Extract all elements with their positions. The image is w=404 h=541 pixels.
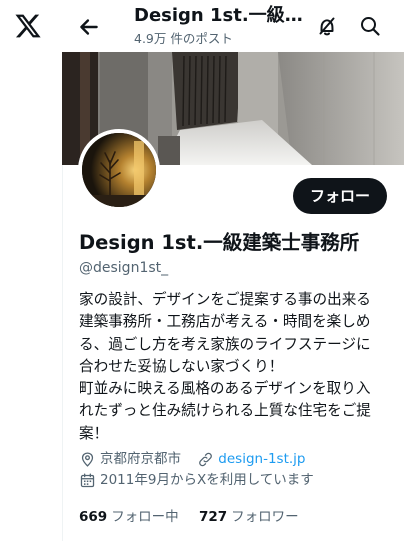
- profile-bio: 家の設計、デザインをご提案する事の出来る 建築事務所・工務店が考える・時間を楽し…: [79, 289, 391, 445]
- follow-button[interactable]: フォロー: [293, 178, 387, 214]
- profile-stats: 669 フォロー中 727 フォロワー: [79, 507, 315, 527]
- post-count: 4.9万 件のポスト: [134, 31, 233, 46]
- search-icon[interactable]: [358, 14, 382, 38]
- profile-header: Design 1st.一級建築士事務所 4.9万 件のポスト: [62, 0, 404, 52]
- joined-text: 2011年9月からXを利用しています: [100, 472, 314, 488]
- location-text: 京都府京都市: [100, 451, 181, 467]
- profile-handle: @design1st_: [79, 260, 169, 276]
- bio-line: 合わせた妥協しない家づくり！: [79, 357, 284, 375]
- bio-line: 家の設計、デザインをご提案する事の出来る: [79, 291, 371, 308]
- profile-avatar[interactable]: [78, 129, 160, 211]
- profile-name: Design 1st.一級建築士事務所: [79, 231, 360, 254]
- website-link[interactable]: design-1st.jp: [218, 449, 305, 469]
- joined-item: 2011年9月からXを利用しています: [79, 470, 314, 490]
- calendar-icon: [80, 472, 95, 487]
- left-nav: [0, 0, 63, 541]
- bell-slash-icon[interactable]: [315, 14, 339, 38]
- profile-joined-row: 2011年9月からXを利用しています: [79, 470, 314, 490]
- profile-main: Design 1st.一級建築士事務所 4.9万 件のポスト: [62, 0, 404, 541]
- profile-meta-row: 京都府京都市 design-1st.jp: [79, 449, 305, 469]
- following-count: 669: [79, 509, 108, 525]
- following-label: フォロー中: [111, 509, 179, 525]
- bio-line: 建築事務所・工務店が考える・時間を楽しめ: [79, 313, 371, 331]
- location-item: 京都府京都市: [79, 449, 181, 469]
- followers-stat[interactable]: 727 フォロワー: [199, 507, 299, 527]
- bio-line: 町並みに映える風格のあるデザインを取り入: [79, 380, 371, 398]
- arrow-left-icon[interactable]: [76, 14, 102, 40]
- header-title: Design 1st.一級建築士事務所: [134, 5, 306, 26]
- bio-line: れたずっと住み続けられる上質な住宅をご提: [79, 402, 371, 420]
- bio-line: 案！: [79, 424, 109, 442]
- avatar-image: [82, 133, 156, 207]
- followers-count: 727: [198, 509, 228, 525]
- website-item[interactable]: design-1st.jp: [197, 449, 305, 469]
- link-icon: [199, 452, 213, 466]
- followers-label: フォロワー: [231, 509, 299, 525]
- x-logo[interactable]: [14, 12, 42, 40]
- location-pin-icon: [81, 451, 94, 467]
- bio-line: る、過ごし方を考え家族のライフステージに: [79, 335, 371, 353]
- following-stat[interactable]: 669 フォロー中: [79, 507, 179, 527]
